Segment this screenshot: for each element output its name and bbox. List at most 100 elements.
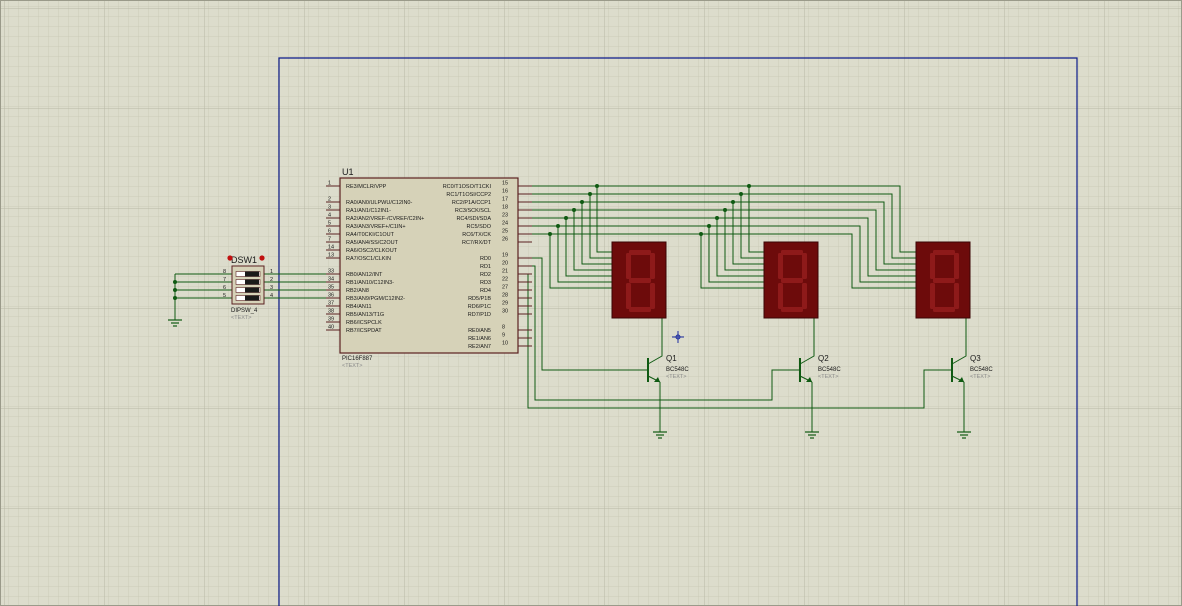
pin-name: RA6/OSC2/CLKOUT xyxy=(346,248,398,254)
pin-name: RD2 xyxy=(480,272,491,278)
pin-name: RC0/T1OSO/T1CKI xyxy=(443,184,492,190)
transistor-text-placeholder: <TEXT> xyxy=(666,374,686,380)
display-segment xyxy=(650,283,655,309)
pin-number: 2 xyxy=(328,197,331,203)
pin-number: 29 xyxy=(502,301,508,307)
pin-name: RC3/SCK/SCL xyxy=(455,208,491,214)
dipswitch-lever[interactable] xyxy=(245,271,259,277)
seven-segment-display-3[interactable] xyxy=(915,241,971,319)
pin-name: RD0 xyxy=(480,256,491,262)
pin-number: 6 xyxy=(223,285,226,291)
dipswitch-marker-left xyxy=(227,255,233,261)
pin-number: 3 xyxy=(270,285,273,291)
pin-name: RB7/ICSPDAT xyxy=(346,328,382,334)
pin-number: 10 xyxy=(502,341,508,347)
pin-name: RD6/P1C xyxy=(468,304,491,310)
pin-name: RD4 xyxy=(480,288,491,294)
pin-name: RB3/AN9/PGM/C12IN2- xyxy=(346,296,405,302)
display-segment xyxy=(933,278,955,283)
display-segment xyxy=(930,253,935,279)
pin-name: RA5/AN4/SS/C2OUT xyxy=(346,240,399,246)
pin-name: RA4/T0CKI/C1OUT xyxy=(346,232,395,238)
pin-number: 28 xyxy=(502,293,508,299)
display-segment xyxy=(629,278,651,283)
pin-number: 7 xyxy=(328,237,331,243)
transistor-ref: Q3 xyxy=(970,354,981,363)
display-segment xyxy=(778,253,783,279)
pin-name: RC6/TX/CK xyxy=(462,232,491,238)
pin-name: RB5/AN13/T1G xyxy=(346,312,384,318)
pin-name: RD1 xyxy=(480,264,491,270)
display-segment xyxy=(629,307,651,312)
transistor-ref: Q2 xyxy=(818,354,829,363)
display-segment xyxy=(781,278,803,283)
pin-number: 26 xyxy=(502,237,508,243)
display-segment xyxy=(802,253,807,279)
transistor-text-placeholder: <TEXT> xyxy=(818,374,838,380)
display-segment xyxy=(629,250,651,255)
pin-number: 9 xyxy=(502,333,505,339)
dipswitch-part: DIPSW_4 xyxy=(231,308,258,314)
schematic-canvas[interactable]: U1 1 RE3/MCLR/VPP 2 RA0/AN0/ULPWU/C12IN0- 3 R… xyxy=(0,0,1182,606)
dipswitch-lever[interactable] xyxy=(245,295,259,301)
pin-number: 14 xyxy=(328,245,334,251)
pin-name: RE3/MCLR/VPP xyxy=(346,184,387,190)
pin-number: 1 xyxy=(270,269,273,275)
pin-name: RA0/AN0/ULPWU/C12IN0- xyxy=(346,200,412,206)
transistor-ref: Q1 xyxy=(666,354,677,363)
pin-number: 36 xyxy=(328,293,334,299)
pin-name: RB6/ICSPCLK xyxy=(346,320,382,326)
display-segment xyxy=(933,250,955,255)
transistor-part: BC548C xyxy=(818,367,841,373)
pin-number: 17 xyxy=(502,197,508,203)
pin-number: 23 xyxy=(502,213,508,219)
pin-number: 8 xyxy=(502,325,505,331)
display-segment xyxy=(954,283,959,309)
dipswitch-marker-right xyxy=(259,255,265,261)
seven-segment-display-2[interactable] xyxy=(763,241,819,319)
mcu-u1[interactable]: U1 1 RE3/MCLR/VPP 2 RA0/AN0/ULPWU/C12IN0- 3 R… xyxy=(326,167,532,369)
dipswitch-ref: DSW1 xyxy=(231,255,257,265)
dipswitch-lever[interactable] xyxy=(245,279,259,285)
display-segment xyxy=(933,307,955,312)
pin-name: RA3/AN3/VREF+/C1IN+ xyxy=(346,224,406,230)
pin-name: RD3 xyxy=(480,280,491,286)
pin-name: RC5/SDO xyxy=(467,224,492,230)
pin-name: RE1/AN6 xyxy=(468,336,491,342)
pin-number: 5 xyxy=(223,293,226,299)
pin-number: 21 xyxy=(502,269,508,275)
pin-number: 13 xyxy=(328,253,334,259)
pin-name: RB4/AN11 xyxy=(346,304,372,310)
pin-number: 1 xyxy=(328,181,331,187)
seven-segment-display-1[interactable] xyxy=(611,241,667,319)
display-segment xyxy=(781,307,803,312)
pin-number: 7 xyxy=(223,277,226,283)
pin-name: RB1/AN10/C12IN3- xyxy=(346,280,394,286)
mcu-part: PIC16F887 xyxy=(342,356,373,362)
pin-name: RA1/AN1/C12IN1- xyxy=(346,208,391,214)
pin-number: 5 xyxy=(328,221,331,227)
pin-number: 6 xyxy=(328,229,331,235)
pin-number: 16 xyxy=(502,189,508,195)
pin-name: RC2/P1A/CCP1 xyxy=(452,200,491,206)
pin-name: RE0/AN5 xyxy=(468,328,491,334)
dipswitch-text-placeholder: <TEXT> xyxy=(231,315,251,321)
pin-number: 40 xyxy=(328,325,334,331)
pin-number: 20 xyxy=(502,261,508,267)
dipswitch-lever[interactable] xyxy=(245,287,259,293)
pin-number: 4 xyxy=(270,293,273,299)
pin-number: 2 xyxy=(270,277,273,283)
pin-number: 35 xyxy=(328,285,334,291)
display-segment xyxy=(954,253,959,279)
pin-number: 37 xyxy=(328,301,334,307)
transistor-part: BC548C xyxy=(970,367,993,373)
grid-background xyxy=(0,0,1182,606)
pin-name: RC1/T1OSI/CCP2 xyxy=(446,192,491,198)
pin-number: 33 xyxy=(328,269,334,275)
display-segment xyxy=(650,253,655,279)
pin-name: RA2/AN2/VREF-/CVREF/C2IN+ xyxy=(346,216,424,222)
transistor-part: BC548C xyxy=(666,367,689,373)
pin-number: 30 xyxy=(502,309,508,315)
pin-name: RD7/P1D xyxy=(468,312,491,318)
pin-number: 18 xyxy=(502,205,508,211)
